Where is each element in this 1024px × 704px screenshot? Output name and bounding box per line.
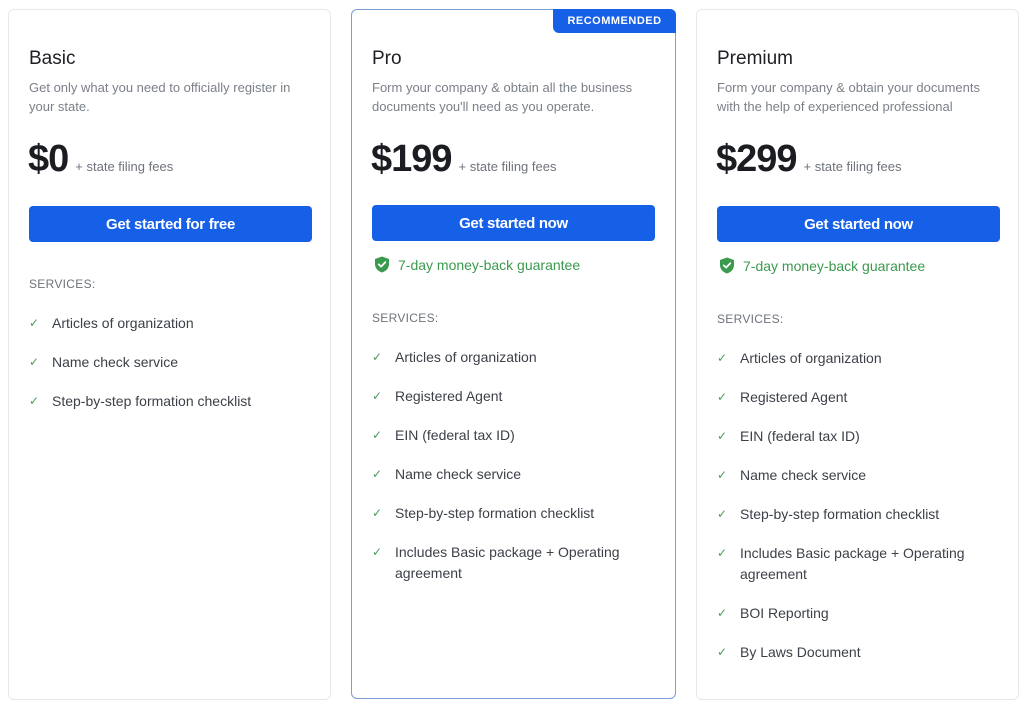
service-text: Step-by-step formation checklist [740,506,940,522]
price-row: $199 + state filing fees [371,138,556,181]
service-text: Registered Agent [395,388,503,404]
guarantee-text: 7-day money-back guarantee [743,257,926,274]
service-text: Includes Basic package + Operating agree… [740,545,965,582]
services-label: SERVICES: [29,277,96,291]
check-icon: ✓ [372,428,383,442]
services-list: ✓ Articles of organization ✓ Registered Age… [717,348,1007,681]
check-icon: ✓ [372,389,383,403]
guarantee-note: 7-day money-back guarantee [374,256,580,273]
service-text: Name check service [52,354,179,370]
recommended-badge: RECOMMENDED [553,9,676,33]
service-item: ✓ Name check service [717,465,1007,486]
service-text: Includes Basic package + Operating agree… [395,544,620,581]
get-started-now-button[interactable]: Get started now [372,205,655,241]
service-text: By Laws Document [740,644,861,660]
service-item: ✓ Step-by-step formation checklist [29,391,319,412]
plan-price: $299 [716,138,798,180]
plan-description: Form your company & obtain your document… [717,80,981,114]
service-item: ✓ EIN (federal tax ID) [717,426,1007,447]
plan-card-premium: Premium Form your company & obtain your … [696,9,1019,700]
check-icon: ✓ [29,355,40,369]
service-text: Articles of organization [740,350,882,366]
check-icon: ✓ [372,350,383,364]
service-item: ✓ Registered Agent [717,387,1007,408]
service-text: EIN (federal tax ID) [395,427,515,443]
plan-price: $0 [28,138,69,180]
service-text: Name check service [740,467,867,483]
plan-card-pro: RECOMMENDED Pro Form your company & obta… [351,9,676,699]
get-started-free-button[interactable]: Get started for free [29,206,312,242]
plan-description: Get only what you need to officially reg… [29,80,291,114]
service-item: ✓ Includes Basic package + Operating agre… [372,542,662,584]
services-list: ✓ Articles of organization ✓ Name check ser… [29,313,319,430]
services-list: ✓ Articles of organization ✓ Registered Age… [372,347,662,602]
plan-price: $199 [371,138,453,180]
check-icon: ✓ [29,316,40,330]
check-icon: ✓ [372,506,383,520]
shield-check-icon [375,256,389,273]
plan-title: Premium [717,48,794,69]
service-text: Articles of organization [52,315,194,331]
service-item: ✓ Registered Agent [372,386,662,407]
check-icon: ✓ [717,351,728,365]
service-item: ✓ Name check service [29,352,319,373]
fees-note: + state filing fees [803,159,902,174]
service-text: BOI Reporting [740,605,829,621]
get-started-now-button[interactable]: Get started now [717,206,1000,242]
check-icon: ✓ [717,606,728,620]
services-label: SERVICES: [717,312,784,326]
service-text: Articles of organization [395,349,537,365]
service-item: ✓ Name check service [372,464,662,485]
service-text: EIN (federal tax ID) [740,428,860,444]
guarantee-text: 7-day money-back guarantee [398,256,581,273]
check-icon: ✓ [717,468,728,482]
check-icon: ✓ [29,394,40,408]
service-item: ✓ Articles of organization [29,313,319,334]
plan-description: Form your company & obtain all the busin… [372,80,633,114]
service-text: Step-by-step formation checklist [395,505,595,521]
check-icon: ✓ [717,645,728,659]
plan-card-basic: Basic Get only what you need to official… [8,9,331,700]
fees-note: + state filing fees [75,159,174,174]
service-item: ✓ Step-by-step formation checklist [372,503,662,524]
check-icon: ✓ [372,545,383,559]
services-label: SERVICES: [372,311,439,325]
price-row: $0 + state filing fees [28,138,173,181]
service-text: Name check service [395,466,522,482]
service-item: ✓ Includes Basic package + Operating agre… [717,543,1007,585]
service-item: ✓ By Laws Document [717,642,1007,663]
plan-title: Basic [29,48,76,69]
check-icon: ✓ [717,429,728,443]
check-icon: ✓ [717,390,728,404]
service-item: ✓ Step-by-step formation checklist [717,504,1007,525]
plan-title: Pro [372,48,402,69]
service-item: ✓ BOI Reporting [717,603,1007,624]
shield-check-icon [720,257,734,274]
check-icon: ✓ [717,507,728,521]
guarantee-note: 7-day money-back guarantee [719,257,925,274]
service-text: Registered Agent [740,389,848,405]
service-item: ✓ Articles of organization [717,348,1007,369]
check-icon: ✓ [372,467,383,481]
fees-note: + state filing fees [458,159,557,174]
service-item: ✓ EIN (federal tax ID) [372,425,662,446]
service-item: ✓ Articles of organization [372,347,662,368]
price-row: $299 + state filing fees [716,138,901,181]
service-text: Step-by-step formation checklist [52,393,252,409]
check-icon: ✓ [717,546,728,560]
